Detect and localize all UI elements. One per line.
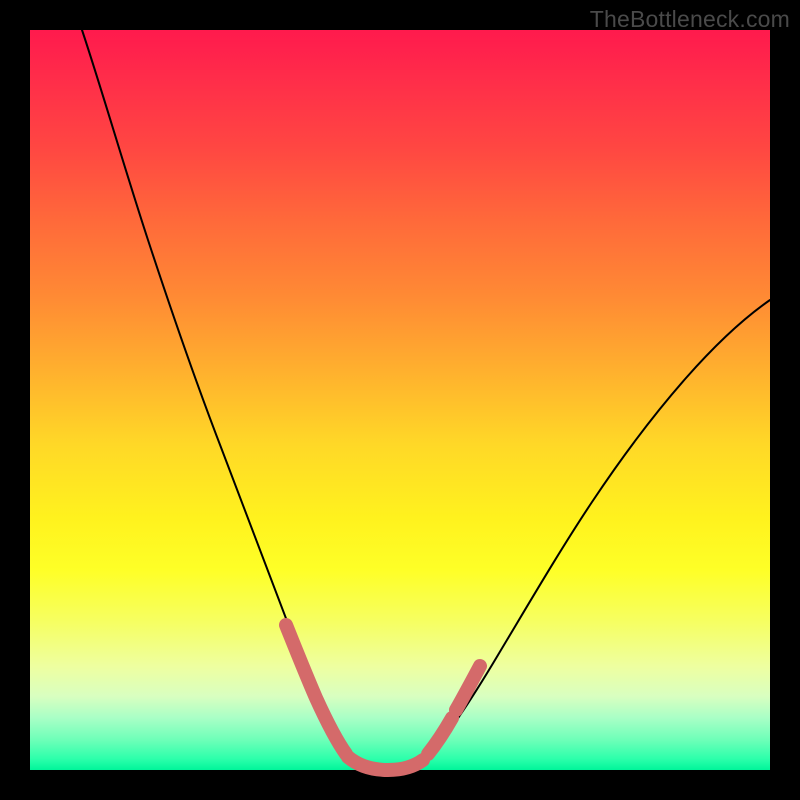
plot-area	[30, 30, 770, 770]
bottleneck-curve	[82, 30, 770, 770]
highlight-right-1	[428, 718, 452, 754]
watermark-text: TheBottleneck.com	[590, 6, 790, 33]
highlight-floor	[348, 757, 423, 770]
chart-frame: TheBottleneck.com	[0, 0, 800, 800]
chart-svg	[30, 30, 770, 770]
highlight-left	[286, 625, 346, 754]
